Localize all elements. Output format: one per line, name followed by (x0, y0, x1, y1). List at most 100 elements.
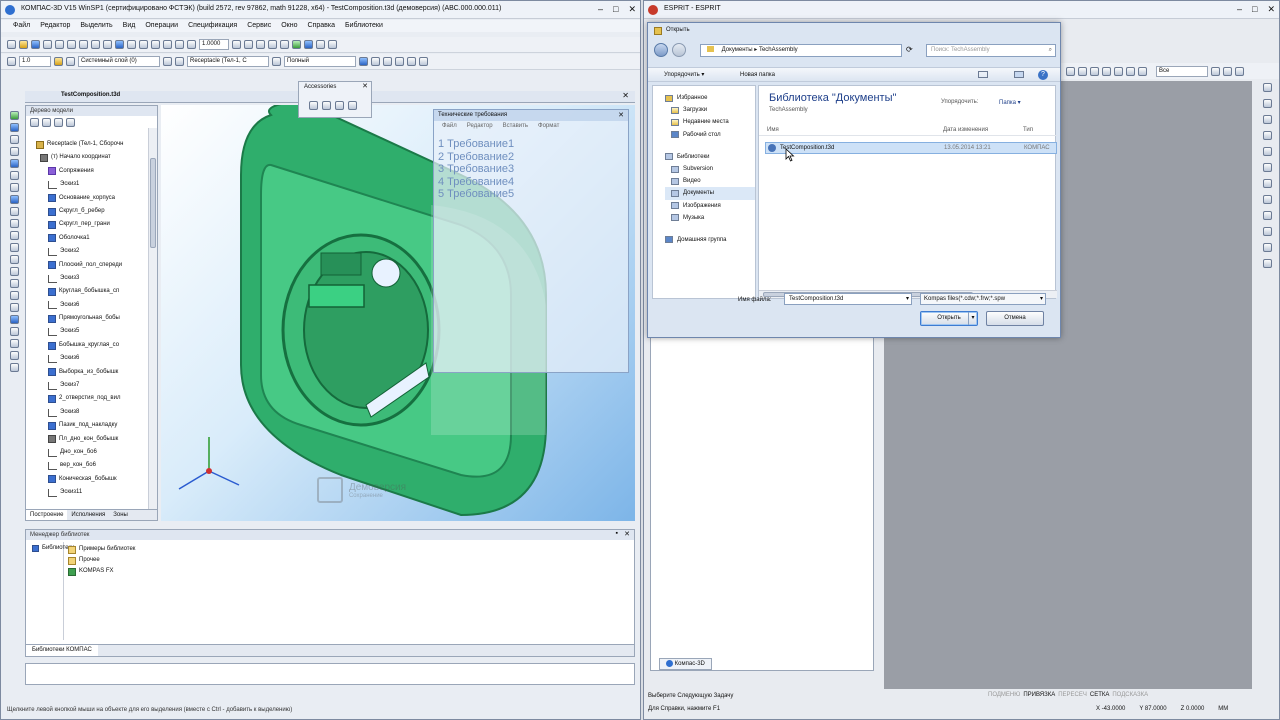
column-date[interactable]: Дата изменения (943, 124, 988, 136)
tree-item-shell[interactable]: Оболочка1 (26, 232, 148, 245)
nav-documents[interactable]: Документы (665, 187, 755, 200)
tree-item-sketch6[interactable]: Эскиз6 (26, 352, 148, 365)
open-split-icon[interactable]: ▾ (968, 312, 977, 325)
mode-tooltip[interactable]: ПОДСКАЗКА (1112, 692, 1148, 698)
cancel-button[interactable]: Отмена (986, 311, 1044, 326)
menu-edit[interactable]: Редактор (40, 20, 70, 32)
minimize-icon[interactable]: – (598, 4, 603, 15)
tree-item-fillet2[interactable]: Скругл_пер_грани (26, 218, 148, 231)
tree-item-bottom[interactable]: Дно_кон_бо6 (26, 446, 148, 459)
tree-item-origin[interactable]: (т) Начало координат (26, 151, 148, 164)
breadcrumb-techassembly[interactable]: TechAssembly (759, 47, 798, 53)
esprit-tool-9-icon[interactable] (1223, 66, 1232, 76)
tool-axis-icon[interactable] (10, 255, 19, 264)
esprit-tool-7-icon[interactable] (1138, 66, 1147, 76)
tool-mate-icon[interactable] (10, 327, 19, 336)
tree-item-sketch8[interactable]: Эскиз8 (26, 406, 148, 419)
tech-req-menu-edit[interactable]: Редактор (467, 121, 493, 132)
zoom-frame-icon[interactable] (187, 40, 196, 49)
zoom-in-icon[interactable] (163, 40, 172, 49)
view-options-icon[interactable] (978, 71, 988, 78)
tool-assembly-icon[interactable] (10, 315, 19, 324)
esprit-tool-10-icon[interactable] (1235, 66, 1244, 76)
esprit-side-tool-10-icon[interactable] (1263, 227, 1272, 236)
library-tab[interactable]: Библиотеки КОМПАС (26, 645, 98, 656)
menu-operations[interactable]: Операции (145, 20, 178, 32)
tool-surface-icon[interactable] (10, 339, 19, 348)
hidden-lines-icon[interactable] (280, 40, 289, 49)
orientation-icon[interactable] (256, 40, 265, 49)
tool-mirror-icon[interactable] (10, 219, 19, 228)
tech-req-menu-format[interactable]: Формат (538, 121, 559, 132)
esprit-side-tool-5-icon[interactable] (1263, 147, 1272, 156)
nav-desktop[interactable]: Рабочий стол (665, 129, 755, 141)
maximize-icon[interactable]: □ (613, 4, 618, 15)
nav-homegroup[interactable]: Домашняя группа (665, 234, 755, 246)
line-style-select[interactable]: Полный (284, 56, 356, 67)
paste-icon[interactable] (79, 40, 88, 49)
dialog-help-icon[interactable]: ? (1038, 70, 1048, 80)
nav-favorites[interactable]: Избранное (665, 92, 755, 104)
arrange-select[interactable]: Папка ▾ (999, 99, 1021, 106)
tree-filter-icon[interactable] (54, 118, 63, 127)
esprit-side-tool-4-icon[interactable] (1263, 131, 1272, 140)
tool-shell-icon[interactable] (10, 195, 19, 204)
nav-downloads[interactable]: Загрузки (665, 104, 755, 116)
tree-icon[interactable] (115, 40, 124, 49)
nav-video[interactable]: Видео (665, 175, 755, 187)
esprit-tool-1-icon[interactable] (1066, 66, 1075, 76)
library-manager-pin-icon[interactable]: ▪ (616, 530, 618, 537)
esprit-tool-4-icon[interactable] (1102, 66, 1111, 76)
section-icon[interactable] (328, 40, 337, 49)
forward-button[interactable] (672, 43, 686, 57)
tab-zones[interactable]: Зоны (109, 510, 132, 520)
breadcrumb-documents[interactable]: Документы (722, 47, 753, 53)
open-button[interactable]: Открыть ▾ (920, 311, 978, 326)
filename-dropdown-icon[interactable]: ▾ (906, 294, 909, 304)
tool-measure-icon[interactable] (10, 279, 19, 288)
document-close-icon[interactable]: ✕ (622, 91, 629, 100)
esprit-side-tool-9-icon[interactable] (1263, 211, 1272, 220)
print-icon[interactable] (43, 40, 52, 49)
wireframe-icon[interactable] (268, 40, 277, 49)
zoom-out-icon[interactable] (175, 40, 184, 49)
preview-pane-icon[interactable] (1014, 71, 1024, 78)
tool-hole-icon[interactable] (10, 159, 19, 168)
new-folder-button[interactable]: Новая папка (740, 68, 775, 82)
tree-item-sketch11[interactable]: Эскиз11 (26, 486, 148, 499)
tool-more-icon[interactable] (10, 363, 19, 372)
nav-recent[interactable]: Недавние места (665, 116, 755, 128)
tree-item-groove[interactable]: Пазик_под_накладку (26, 419, 148, 432)
tree-item-root[interactable]: Receptacle (Тел-1, Сборочн (26, 138, 148, 151)
tool-edit-icon[interactable] (10, 111, 19, 120)
menu-view[interactable]: Вид (123, 20, 136, 32)
tool-extrude-icon[interactable] (10, 135, 19, 144)
filename-input[interactable]: TestComposition.t3d ▾ (784, 293, 912, 305)
nav-libraries[interactable]: Библиотеки (665, 151, 755, 163)
mode-grid[interactable]: СЕТКА (1090, 692, 1110, 698)
layer-manager-icon[interactable] (163, 57, 172, 66)
tool-rotate-icon[interactable] (10, 147, 19, 156)
zoom-select[interactable]: 1.0000 (199, 39, 229, 50)
close-icon[interactable]: ✕ (628, 4, 636, 15)
library-item-kompas-fx[interactable]: KOMPAS FX (66, 566, 135, 577)
style-icon[interactable] (175, 57, 184, 66)
esprit-side-tool-7-icon[interactable] (1263, 179, 1272, 188)
tree-sort-icon[interactable] (42, 118, 51, 127)
shaded-icon[interactable] (292, 40, 301, 49)
tree-item-conic-boss[interactable]: Коническая_бобышк (26, 473, 148, 486)
esprit-tool-5-icon[interactable] (1114, 66, 1123, 76)
nav-subversion[interactable]: Subversion (665, 163, 755, 175)
document-tab[interactable]: TestComposition.t3d (61, 92, 120, 98)
esprit-tool-6-icon[interactable] (1126, 66, 1135, 76)
tech-req-menu-insert[interactable]: Вставить (503, 121, 528, 132)
accessory-tool-3-icon[interactable] (335, 101, 344, 110)
mode-intersect[interactable]: ПЕРЕСЕЧ (1058, 692, 1087, 698)
nav-pictures[interactable]: Изображения (665, 200, 755, 212)
tool-report-icon[interactable] (10, 303, 19, 312)
shaded-edges-icon[interactable] (304, 40, 313, 49)
tech-req-close-icon[interactable]: ✕ (618, 110, 624, 121)
accessory-tool-2-icon[interactable] (322, 101, 331, 110)
tool-spec-icon[interactable] (10, 291, 19, 300)
library-icon[interactable] (139, 40, 148, 49)
